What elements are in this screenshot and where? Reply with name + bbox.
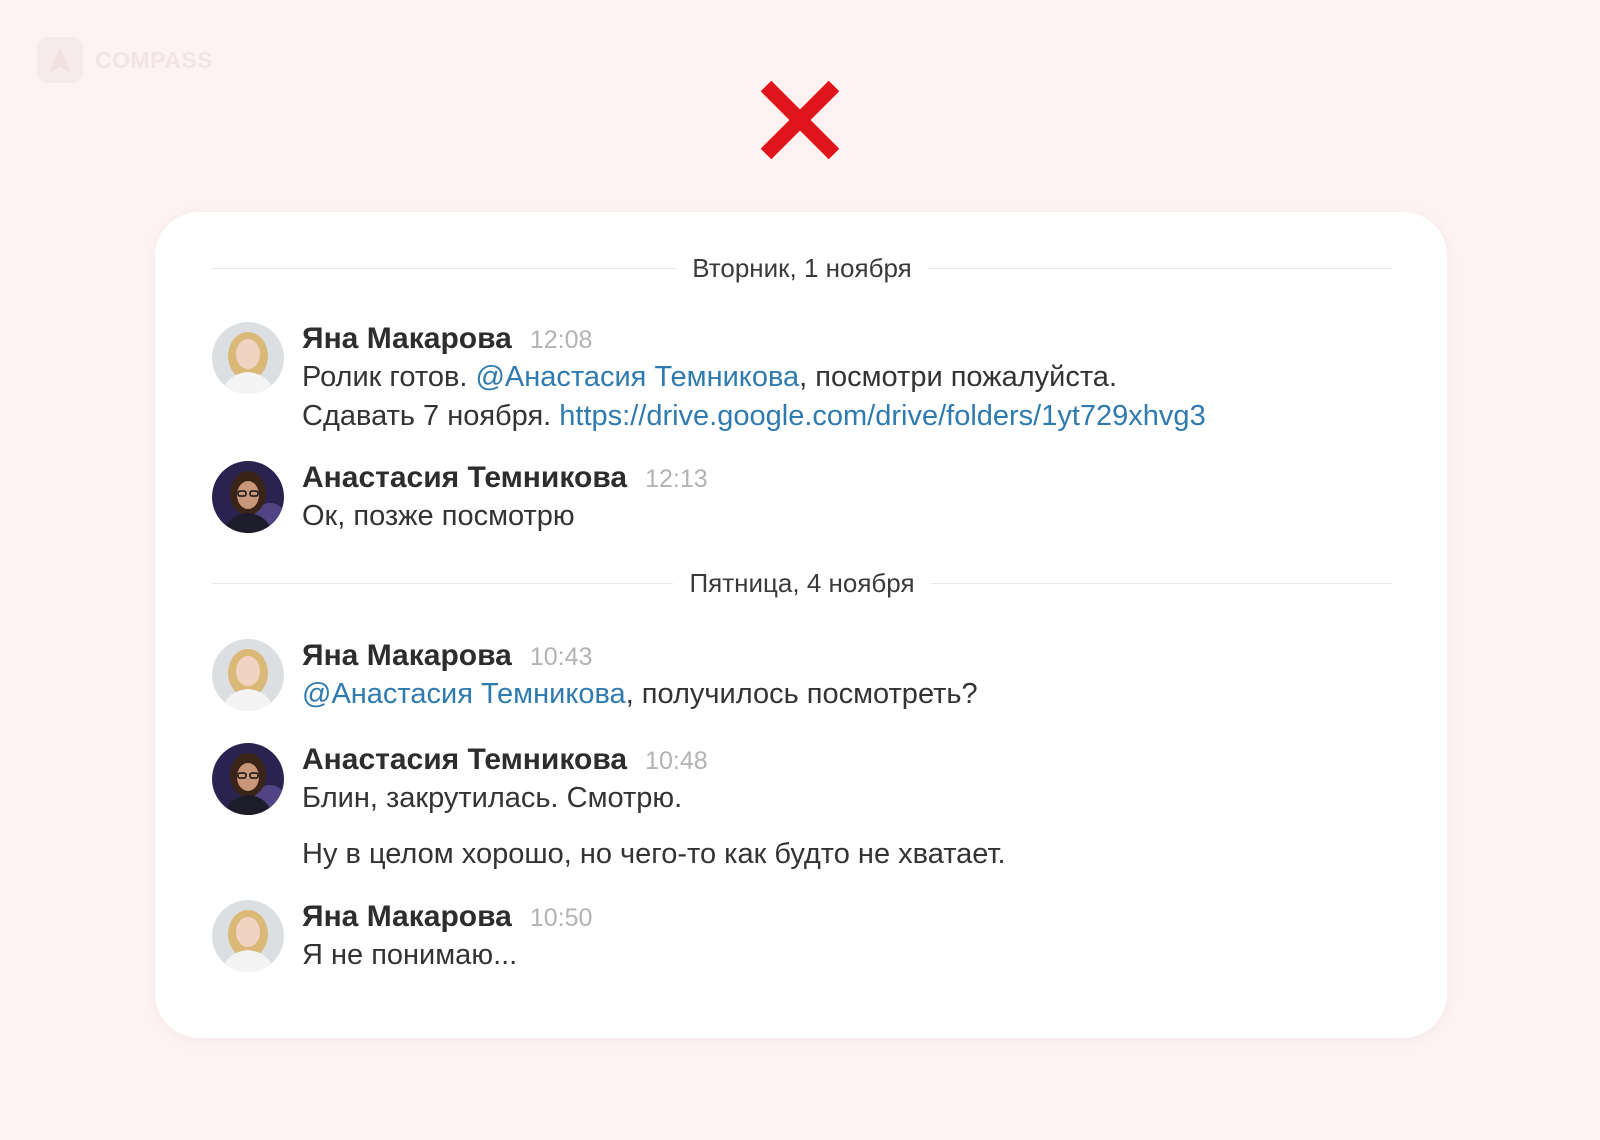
date-label: Пятница, 4 ноября [689, 567, 915, 598]
avatar[interactable] [212, 639, 284, 711]
message-body: Яна Макарова 10:43 @Анастасия Темникова,… [302, 639, 1402, 714]
avatar[interactable] [212, 743, 284, 815]
message-header: Яна Макарова 12:08 [302, 322, 1402, 358]
date-label: Вторник, 1 ноября [692, 252, 912, 283]
date-divider: Вторник, 1 ноября [212, 252, 1393, 283]
message-text: Ок, позже посмотрю [302, 500, 575, 532]
chat-card: Вторник, 1 ноября Яна Макарова 12:08 Рол… [155, 212, 1447, 1038]
cross-icon [756, 76, 844, 164]
message-text: @Анастасия Темникова, получилось посмотр… [302, 675, 1402, 714]
avatar[interactable] [212, 322, 284, 394]
author-name[interactable]: Яна Макарова [302, 639, 512, 673]
divider-line [212, 582, 674, 584]
avatar[interactable] [212, 461, 284, 533]
author-name[interactable]: Яна Макарова [302, 900, 512, 934]
user-mention[interactable]: @Анастасия Темникова [302, 678, 626, 710]
author-name[interactable]: Анастасия Темникова [302, 461, 627, 495]
message-header: Анастасия Темникова 12:13 [302, 461, 1402, 497]
message-time: 10:48 [645, 747, 708, 775]
divider-line [930, 582, 1393, 584]
message-text: Я не понимаю... [302, 939, 518, 971]
user-mention[interactable]: @Анастасия Темникова [475, 361, 799, 393]
compass-logo-icon [37, 37, 83, 83]
message-body: Яна Макарова 12:08 Ролик готов. @Анастас… [302, 322, 1402, 436]
message-text: Ролик готов. @Анастасия Темникова, посмо… [302, 358, 1402, 397]
message-text-part: Ролик готов. [302, 361, 476, 393]
date-divider: Пятница, 4 ноября [212, 567, 1393, 598]
message-text: Блин, закрутилась. Смотрю. [302, 782, 683, 814]
message-time: 12:13 [645, 465, 708, 493]
message-text-followup: Ну в целом хорошо, но чего-то как будто … [302, 838, 1006, 870]
message-header: Яна Макарова 10:50 [302, 900, 1402, 936]
message-body: Яна Макарова 10:50 Я не понимаю... [302, 900, 1402, 975]
message-text: Сдавать 7 ноября. https://drive.google.c… [302, 397, 1402, 436]
author-name[interactable]: Яна Макарова [302, 322, 512, 356]
brand-name: COMPASS [95, 46, 214, 73]
divider-line [927, 267, 1393, 269]
message-text-part: , посмотри пожалуйста. [799, 361, 1117, 393]
author-name[interactable]: Анастасия Темникова [302, 743, 627, 777]
message-text-part: Сдавать 7 ноября. [302, 400, 560, 432]
message-time: 12:08 [529, 326, 593, 354]
avatar[interactable] [212, 900, 284, 972]
message-header: Анастасия Темникова 10:48 [302, 743, 1402, 779]
brand-logo: COMPASS [37, 37, 213, 83]
drive-link[interactable]: https://drive.google.com/drive/folders/1… [559, 400, 1205, 432]
message-body: Анастасия Темникова 12:13 Ок, позже посм… [302, 461, 1402, 536]
message-header: Яна Макарова 10:43 [302, 639, 1402, 675]
divider-line [212, 267, 677, 269]
message-time: 10:50 [529, 904, 593, 932]
message-body: Анастасия Темникова 10:48 Блин, закрутил… [302, 743, 1402, 874]
message-time: 10:43 [529, 643, 593, 671]
message-text-part: , получилось посмотреть? [625, 678, 978, 710]
